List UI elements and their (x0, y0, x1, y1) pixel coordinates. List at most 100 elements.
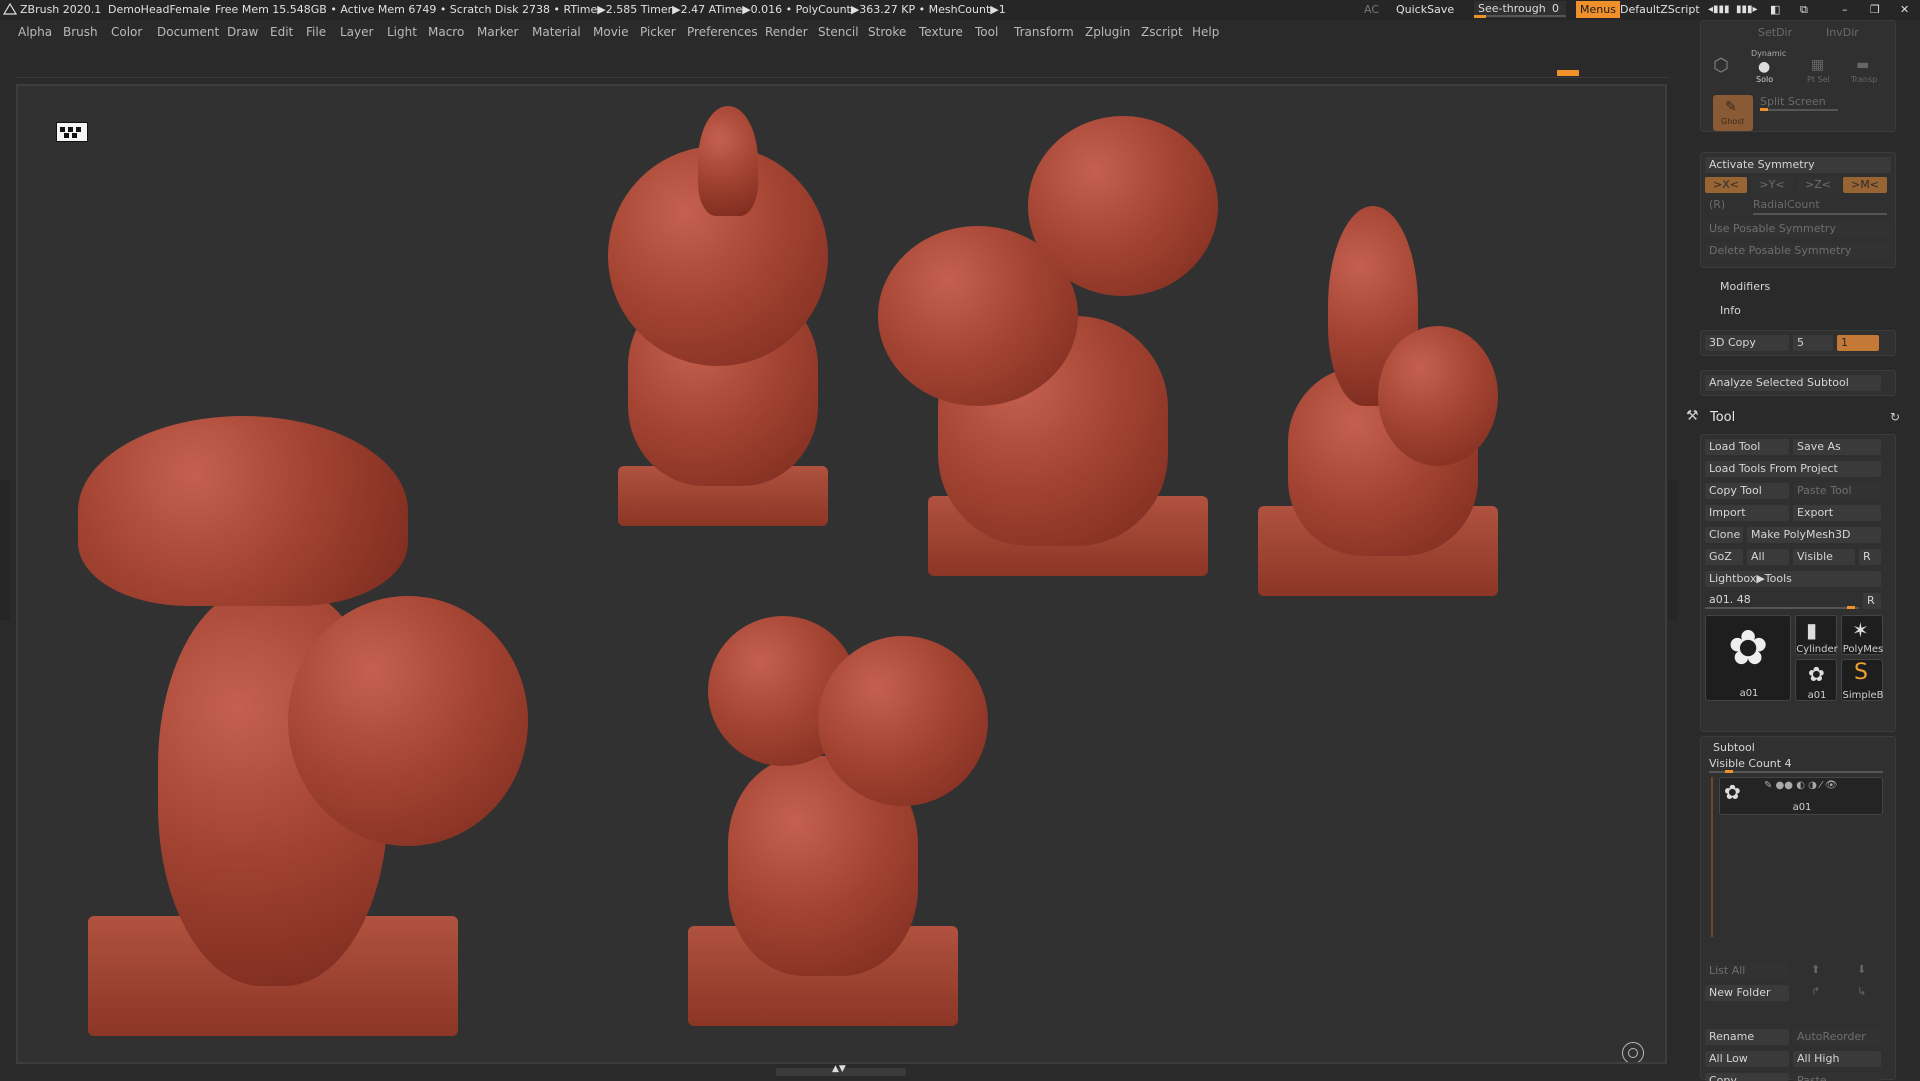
clone-button[interactable]: Clone (1705, 527, 1743, 543)
goz-button[interactable]: GoZ (1705, 549, 1743, 565)
subtool-scrollbar[interactable] (1711, 777, 1713, 937)
copy-tool-button[interactable]: Copy Tool (1705, 483, 1789, 499)
menu-transform[interactable]: Transform (1014, 25, 1074, 39)
simplebrush-tool-thumbnail[interactable]: S SimpleB (1841, 659, 1884, 701)
analyze-subtool-button[interactable]: Analyze Selected Subtool (1705, 375, 1881, 391)
symmetry-z-button[interactable]: >Z< (1797, 177, 1839, 193)
copy-3d-button[interactable]: 3D Copy (1705, 335, 1789, 351)
import-button[interactable]: Import (1705, 505, 1789, 521)
wireframe-cube-icon[interactable]: ⬡ (1713, 55, 1729, 76)
canvas-viewport[interactable] (16, 84, 1667, 1064)
right-tray-handle[interactable] (1668, 480, 1678, 620)
goz-all-button[interactable]: All (1747, 549, 1789, 565)
goz-visible-button[interactable]: Visible (1793, 549, 1855, 565)
setdir-button[interactable]: SetDir (1758, 26, 1792, 39)
radial-r-toggle[interactable]: (R) (1709, 198, 1725, 211)
current-tool-thumbnail[interactable]: ✿ a01 (1705, 615, 1791, 701)
a01-tool-thumbnail[interactable]: ✿ a01 (1795, 659, 1837, 701)
menu-stroke[interactable]: Stroke (868, 25, 906, 39)
subtool-controls-icons[interactable]: ✎ ●● ◐ ◑ ⁄ 👁 (1764, 780, 1838, 791)
menu-edit[interactable]: Edit (270, 25, 293, 39)
menu-layer[interactable]: Layer (340, 25, 373, 39)
menu-stencil[interactable]: Stencil (818, 25, 859, 39)
menu-zscript[interactable]: Zscript (1141, 25, 1183, 39)
goz-r-button[interactable]: R (1859, 549, 1881, 565)
docking-icon[interactable]: ⧉ (1800, 1, 1808, 18)
tool-name-slider[interactable]: a01. 48 (1709, 593, 1751, 606)
activate-symmetry-button[interactable]: Activate Symmetry (1705, 157, 1891, 173)
load-tool-button[interactable]: Load Tool (1705, 439, 1789, 455)
delete-posable-symmetry-button[interactable]: Delete Posable Symmetry (1705, 243, 1891, 259)
visible-count-slider[interactable]: Visible Count 4 (1709, 757, 1792, 770)
menu-draw[interactable]: Draw (227, 25, 258, 39)
menu-render[interactable]: Render (765, 25, 808, 39)
menu-help[interactable]: Help (1192, 25, 1219, 39)
export-button[interactable]: Export (1793, 505, 1881, 521)
solo-icon[interactable]: ● (1758, 59, 1770, 75)
menu-color[interactable]: Color (111, 25, 142, 39)
move-down-icon[interactable]: ⬇ (1857, 963, 1866, 976)
bottom-tray-handle[interactable]: ▲▼ (776, 1064, 906, 1076)
info-subpalette[interactable]: Info (1720, 304, 1741, 317)
symmetry-m-button[interactable]: >M< (1843, 177, 1887, 193)
menu-document[interactable]: Document (157, 25, 219, 39)
tool-r-button[interactable]: R (1863, 593, 1881, 609)
new-folder-button[interactable]: New Folder (1705, 985, 1789, 1001)
transp-icon[interactable]: ▬ (1856, 57, 1869, 73)
save-as-button[interactable]: Save As (1793, 439, 1881, 455)
menus-toggle[interactable]: Menus (1576, 1, 1620, 18)
minimize-icon[interactable]: – (1842, 1, 1848, 18)
shelf-marker[interactable] (1557, 70, 1579, 76)
restore-layout-icon[interactable]: ◧ (1770, 1, 1780, 18)
subtool-item[interactable]: ✿ ✎ ●● ◐ ◑ ⁄ 👁 a01 (1719, 777, 1883, 815)
ghost-button[interactable]: ✎ Ghost (1713, 95, 1753, 131)
menu-alpha[interactable]: Alpha (18, 25, 52, 39)
close-icon[interactable]: ✕ (1900, 1, 1909, 18)
orbit-indicator-icon[interactable] (1622, 1042, 1644, 1062)
menu-zplugin[interactable]: Zplugin (1085, 25, 1130, 39)
refresh-icon[interactable]: ↻ (1890, 410, 1900, 424)
rename-button[interactable]: Rename (1705, 1029, 1789, 1045)
menu-marker[interactable]: Marker (477, 25, 518, 39)
menu-tool[interactable]: Tool (975, 25, 998, 39)
layout-left-icon[interactable]: ◂▮▮▮ (1708, 1, 1730, 18)
all-high-button[interactable]: All High (1793, 1051, 1881, 1067)
menu-macro[interactable]: Macro (428, 25, 464, 39)
lightbox-tools-button[interactable]: Lightbox▶Tools (1705, 571, 1881, 587)
folder-up-icon[interactable]: ↱ (1811, 985, 1820, 998)
copy-3d-field[interactable]: 1 (1837, 335, 1879, 351)
sculpt-model-bottom-center[interactable] (668, 596, 1008, 1036)
maximize-icon[interactable]: ❐ (1870, 1, 1880, 18)
sculpt-model-top-center[interactable] (588, 106, 838, 526)
navigation-cube-icon[interactable] (56, 122, 88, 142)
cylinder-tool-thumbnail[interactable]: ▮ Cylinder (1795, 615, 1838, 655)
make-polymesh3d-button[interactable]: Make PolyMesh3D (1747, 527, 1881, 543)
modifiers-subpalette[interactable]: Modifiers (1720, 280, 1770, 293)
all-low-button[interactable]: All Low (1705, 1051, 1789, 1067)
folder-down-icon[interactable]: ↳ (1857, 985, 1866, 998)
see-through-slider[interactable]: See-through 0 (1474, 1, 1566, 18)
tool-palette-title[interactable]: Tool (1710, 410, 1735, 425)
polymesh-tool-thumbnail[interactable]: ✶ PolyMes (1841, 615, 1883, 655)
default-zscript-button[interactable]: DefaultZScript (1620, 1, 1700, 18)
radial-count-slider[interactable]: RadialCount (1753, 198, 1820, 211)
menu-movie[interactable]: Movie (593, 25, 629, 39)
auto-reorder-button[interactable]: AutoReorder (1793, 1029, 1881, 1045)
subtool-subpalette[interactable]: Subtool (1713, 741, 1755, 754)
quicksave-button[interactable]: QuickSave (1396, 1, 1454, 18)
menu-brush[interactable]: Brush (63, 25, 98, 39)
menu-material[interactable]: Material (532, 25, 581, 39)
use-posable-symmetry-button[interactable]: Use Posable Symmetry (1705, 221, 1891, 237)
symmetry-x-button[interactable]: >X< (1705, 177, 1747, 193)
layout-right-icon[interactable]: ▮▮▮▸ (1736, 1, 1758, 18)
menu-texture[interactable]: Texture (919, 25, 963, 39)
symmetry-y-button[interactable]: >Y< (1751, 177, 1793, 193)
menu-picker[interactable]: Picker (640, 25, 676, 39)
copy-3d-count[interactable]: 5 (1793, 335, 1833, 351)
menu-light[interactable]: Light (387, 25, 417, 39)
invdir-button[interactable]: InvDir (1826, 26, 1859, 39)
pt-sel-icon[interactable]: ▦ (1811, 57, 1824, 73)
left-tray-handle[interactable] (0, 480, 10, 620)
load-tools-from-project-button[interactable]: Load Tools From Project (1705, 461, 1881, 477)
list-all-button[interactable]: List All (1705, 963, 1789, 979)
